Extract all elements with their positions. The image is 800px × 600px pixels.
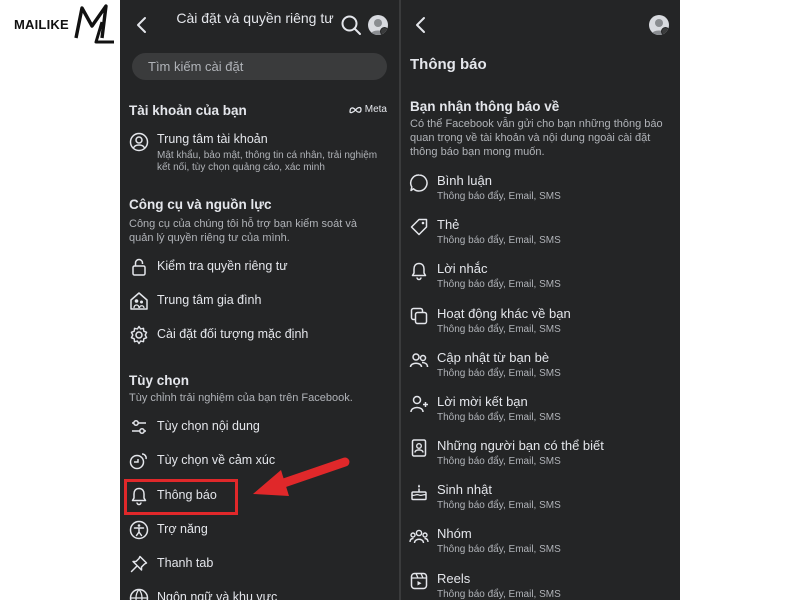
avatar-dropdown-badge [661, 27, 669, 35]
contact-book-icon [411, 439, 427, 457]
item-label: Lời nhắc [437, 261, 488, 276]
right-margin [680, 0, 800, 600]
section-description-notifications: Có thể Facebook vẫn gửi cho bạn những th… [410, 118, 663, 158]
page-title: Cài đặt và quyền riêng tư [176, 10, 334, 26]
settings-item-accessibility[interactable]: Trợ năng [120, 516, 399, 546]
birthday-cake-icon [411, 484, 427, 501]
item-channels: Thông báo đẩy, Email, SMS [437, 191, 561, 202]
item-label: Ngôn ngữ và khu vực [157, 590, 278, 600]
meta-logo-icon [349, 106, 362, 113]
page-title: Thông báo [410, 56, 487, 73]
notification-item-other-activity[interactable]: Hoạt động khác về bạn Thông báo đẩy, Ema… [401, 304, 680, 344]
reels-icon [410, 572, 428, 590]
reactions-icon [129, 453, 147, 470]
item-label: Trợ năng [157, 522, 208, 536]
lock-icon [132, 258, 146, 276]
notifications-highlight-box [124, 479, 238, 515]
item-label: Reels [437, 571, 471, 586]
item-channels: Thông báo đẩy, Email, SMS [437, 324, 561, 335]
notification-item-tags[interactable]: Thẻ Thông báo đẩy, Email, SMS [401, 215, 680, 255]
item-label: Hoạt động khác về bạn [437, 306, 571, 321]
settings-item-tab-bar[interactable]: Thanh tab [120, 550, 399, 580]
item-label: Cập nhật từ bạn bè [437, 350, 550, 365]
item-channels: Thông báo đẩy, Email, SMS [437, 500, 561, 511]
notifications-panel: Thông báo Bạn nhận thông báo về Có thể F… [401, 0, 680, 600]
notification-item-people-you-may-know[interactable]: Những người bạn có thể biết Thông báo đẩ… [401, 436, 680, 476]
item-label: Trung tâm tài khoản [157, 132, 268, 146]
comment-icon [409, 174, 428, 192]
accessibility-icon [129, 520, 149, 540]
avatar-dropdown-badge [380, 27, 388, 35]
section-heading-tools: Công cụ và nguồn lực [129, 197, 272, 212]
item-label: Sinh nhật [437, 482, 492, 497]
red-arrow-annotation-icon [253, 457, 350, 496]
ml-logo-mark-icon [74, 4, 114, 44]
settings-item-content-preferences[interactable]: Tùy chọn nội dung [120, 413, 399, 443]
sliders-icon [132, 420, 146, 434]
bell-icon [411, 262, 427, 281]
notification-item-friend-updates[interactable]: Cập nhật từ bạn bè Thông báo đẩy, Email,… [401, 348, 680, 388]
section-heading-account: Tài khoản của bạn [129, 103, 247, 118]
settings-search-input[interactable] [132, 53, 387, 80]
item-channels: Thông báo đẩy, Email, SMS [437, 235, 561, 246]
notification-item-birthdays[interactable]: Sinh nhật Thông báo đẩy, Email, SMS [401, 480, 680, 520]
settings-item-language-region[interactable]: Ngôn ngữ và khu vực [120, 584, 399, 600]
item-description: Mật khẩu, bảo mật, thông tin cá nhân, tr… [157, 150, 378, 173]
item-label: Kiểm tra quyền riêng tư [157, 259, 288, 273]
item-label: Lời mời kết bạn [437, 394, 528, 409]
notification-item-reminders[interactable]: Lời nhắc Thông báo đẩy, Email, SMS [401, 259, 680, 299]
gear-icon [130, 325, 148, 345]
section-heading-notifications: Bạn nhận thông báo về [410, 99, 560, 114]
settings-item-privacy-checkup[interactable]: Kiểm tra quyền riêng tư [120, 253, 399, 283]
settings-item-default-audience[interactable]: Cài đặt đối tượng mặc định [120, 321, 399, 351]
item-label: Trung tâm gia đình [157, 293, 262, 307]
settings-item-family-center[interactable]: Trung tâm gia đình [120, 287, 399, 317]
item-label: Nhóm [437, 526, 472, 541]
settings-item-accounts-center[interactable]: Trung tâm tài khoản Mật khẩu, bảo mật, t… [120, 128, 399, 176]
item-label: Những người bạn có thể biết [437, 438, 604, 453]
item-label: Tùy chọn nội dung [157, 419, 260, 433]
family-house-icon [130, 292, 148, 310]
item-channels: Thông báo đẩy, Email, SMS [437, 368, 561, 379]
friends-icon [409, 353, 429, 368]
item-label: Thẻ [437, 217, 460, 232]
back-arrow-icon[interactable] [411, 14, 431, 36]
notification-item-friend-requests[interactable]: Lời mời kết bạn Thông báo đẩy, Email, SM… [401, 392, 680, 432]
item-channels: Thông báo đẩy, Email, SMS [437, 544, 561, 555]
section-description-tools: Công cụ của chúng tôi hỗ trợ bạn kiểm so… [129, 218, 357, 244]
notification-item-groups[interactable]: Nhóm Thông báo đẩy, Email, SMS [401, 524, 680, 564]
copy-squares-icon [410, 307, 428, 325]
back-arrow-icon[interactable] [132, 14, 152, 36]
search-icon[interactable] [340, 14, 362, 36]
item-channels: Thông báo đẩy, Email, SMS [437, 456, 561, 467]
group-icon [409, 529, 429, 544]
section-description-preferences: Tùy chỉnh trải nghiệm của bạn trên Faceb… [129, 392, 353, 404]
logo-text: MAILIKE [14, 16, 69, 32]
globe-icon [129, 588, 149, 600]
item-channels: Thông báo đẩy, Email, SMS [437, 412, 561, 423]
meta-brand: Meta [349, 104, 387, 115]
item-label: Thanh tab [157, 556, 214, 570]
notification-item-reels[interactable]: Reels Thông báo đẩy, Email, SMS [401, 569, 680, 600]
account-circle-icon [129, 132, 149, 152]
item-channels: Thông báo đẩy, Email, SMS [437, 589, 561, 600]
item-label: Cài đặt đối tượng mặc định [157, 327, 309, 341]
meta-label: Meta [364, 104, 387, 115]
tag-icon [410, 218, 428, 236]
item-label: Bình luận [437, 173, 492, 188]
item-channels: Thông báo đẩy, Email, SMS [437, 279, 561, 290]
section-heading-preferences: Tùy chọn [129, 373, 189, 388]
pin-icon [130, 555, 148, 573]
profile-avatar[interactable] [368, 15, 388, 35]
mailike-logo: MAILIKE [0, 0, 120, 48]
notification-item-comments[interactable]: Bình luận Thông báo đẩy, Email, SMS [401, 171, 680, 211]
add-friend-icon [410, 395, 428, 413]
profile-avatar[interactable] [649, 15, 669, 35]
